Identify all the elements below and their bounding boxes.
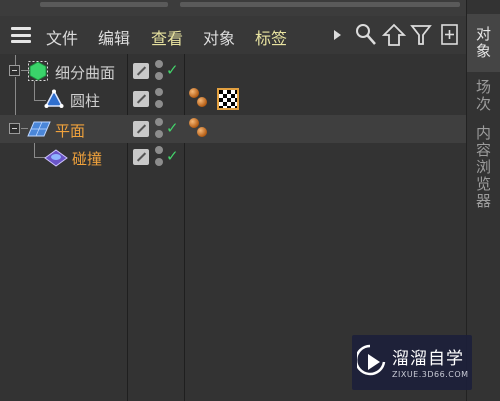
material-ball-icon[interactable] [189,118,199,128]
material-ball-icon[interactable] [189,88,199,98]
object-row[interactable]: 圆柱 [0,85,466,113]
hamburger-menu-icon[interactable] [11,27,31,43]
watermark-url: ZIXUE.3D66.COM [392,370,469,379]
menu-view[interactable]: 查看 [151,25,183,49]
tab-content-browser[interactable]: 内容浏览器 [467,120,500,214]
expand-arrow-icon[interactable] [332,28,342,42]
plane-icon [27,121,51,137]
object-name[interactable]: 平面 [55,120,85,141]
tab-label: 场次 [474,79,492,113]
tab-label: 对象 [474,26,492,60]
enabled-check-icon[interactable]: ✓ [166,147,179,165]
render-visibility-dots[interactable] [155,118,163,140]
window-top-strip [0,0,500,16]
editor-visibility-toggle[interactable] [133,121,149,137]
material-ball-icon[interactable] [197,97,207,107]
render-visibility-dots[interactable] [155,60,163,82]
object-name[interactable]: 细分曲面 [55,62,115,83]
object-row-selected[interactable]: 平面 ✓ [0,115,466,143]
menu-file[interactable]: 文件 [46,25,78,49]
menu-bar: 文件 编辑 查看 对象 标签 [0,16,466,54]
editor-visibility-toggle[interactable] [133,63,149,79]
new-object-icon[interactable] [440,23,460,47]
render-visibility-dots[interactable] [155,146,163,168]
object-row[interactable]: 碰撞 ✓ [0,143,466,171]
editor-visibility-toggle[interactable] [133,149,149,165]
tab-label: 内容浏览器 [474,124,492,210]
checker-texture-tag-icon[interactable] [217,88,239,110]
enabled-check-icon[interactable]: ✓ [166,61,179,79]
watermark-logo: 溜溜自学 ZIXUE.3D66.COM [352,335,472,390]
object-row[interactable]: 细分曲面 ✓ [0,57,466,85]
enabled-check-icon[interactable]: ✓ [166,119,179,137]
material-ball-icon[interactable] [197,127,207,137]
filter-icon[interactable] [410,23,432,47]
subdivision-surface-icon [28,61,48,81]
collapse-toggle[interactable] [9,123,20,134]
editor-visibility-toggle[interactable] [133,91,149,107]
scrollbar-segment [180,2,460,7]
collision-deformer-icon [44,149,68,167]
scrollbar-segment [40,2,168,7]
search-icon[interactable] [355,23,377,47]
tab-objects[interactable]: 对象 [467,14,500,72]
collapse-toggle[interactable] [9,65,20,76]
home-icon[interactable] [382,23,406,47]
cylinder-icon [44,89,64,108]
play-logo-icon [357,344,386,376]
watermark-title: 溜溜自学 [392,349,464,369]
menu-edit[interactable]: 编辑 [98,25,130,49]
menu-tags[interactable]: 标签 [255,25,287,49]
object-name[interactable]: 圆柱 [70,90,100,111]
render-visibility-dots[interactable] [155,88,163,110]
object-name[interactable]: 碰撞 [72,148,102,169]
tab-takes[interactable]: 场次 [467,72,500,120]
menu-object[interactable]: 对象 [203,25,235,49]
